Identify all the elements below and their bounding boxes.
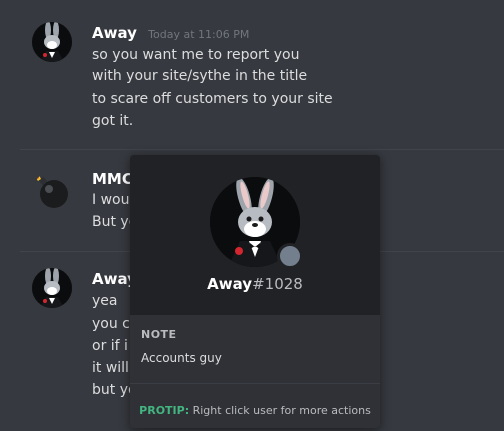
- user-popout: Away#1028 NOTE Accounts guy PROTIP: Righ…: [130, 155, 380, 428]
- bomb-avatar[interactable]: [32, 172, 72, 212]
- message-timestamp: Today at 11:06 PM: [148, 28, 250, 41]
- username-text[interactable]: Away: [92, 24, 137, 42]
- message-username[interactable]: MMC: [92, 170, 133, 188]
- message-line: with your site/sythe in the title: [92, 68, 308, 84]
- message-line: But yo: [92, 214, 132, 230]
- protip-text: Right click user for more actions: [192, 404, 371, 417]
- message-line: to scare off customers to your site: [92, 91, 333, 107]
- message-line: or if i: [92, 338, 128, 354]
- popout-username: Away: [207, 275, 253, 293]
- popout-divider: [130, 383, 380, 384]
- message-line: but yo: [92, 382, 132, 398]
- message-username[interactable]: Away Today at 11:06 PM: [92, 24, 249, 42]
- message-line: so you want me to report you: [92, 47, 300, 63]
- message-line: I woul: [92, 192, 132, 208]
- message-line: it will: [92, 360, 129, 376]
- bugs-bunny-avatar[interactable]: [32, 22, 72, 62]
- bugs-bunny-avatar[interactable]: [32, 268, 72, 308]
- note-input[interactable]: Accounts guy: [141, 351, 222, 365]
- message-line: yea: [92, 293, 118, 309]
- protip: PROTIP: Right click user for more action…: [130, 404, 380, 417]
- message-divider: [20, 149, 504, 150]
- offline-status-icon: [277, 243, 303, 269]
- popout-discriminator: #1028: [252, 275, 303, 293]
- message-line: got it.: [92, 113, 134, 129]
- popout-header: Away#1028: [130, 155, 380, 315]
- message-line: you ca: [92, 316, 132, 332]
- note-title: NOTE: [141, 328, 177, 341]
- username-text[interactable]: MMC: [92, 170, 133, 188]
- protip-label: PROTIP:: [139, 404, 190, 417]
- user-tag: Away#1028: [130, 275, 380, 293]
